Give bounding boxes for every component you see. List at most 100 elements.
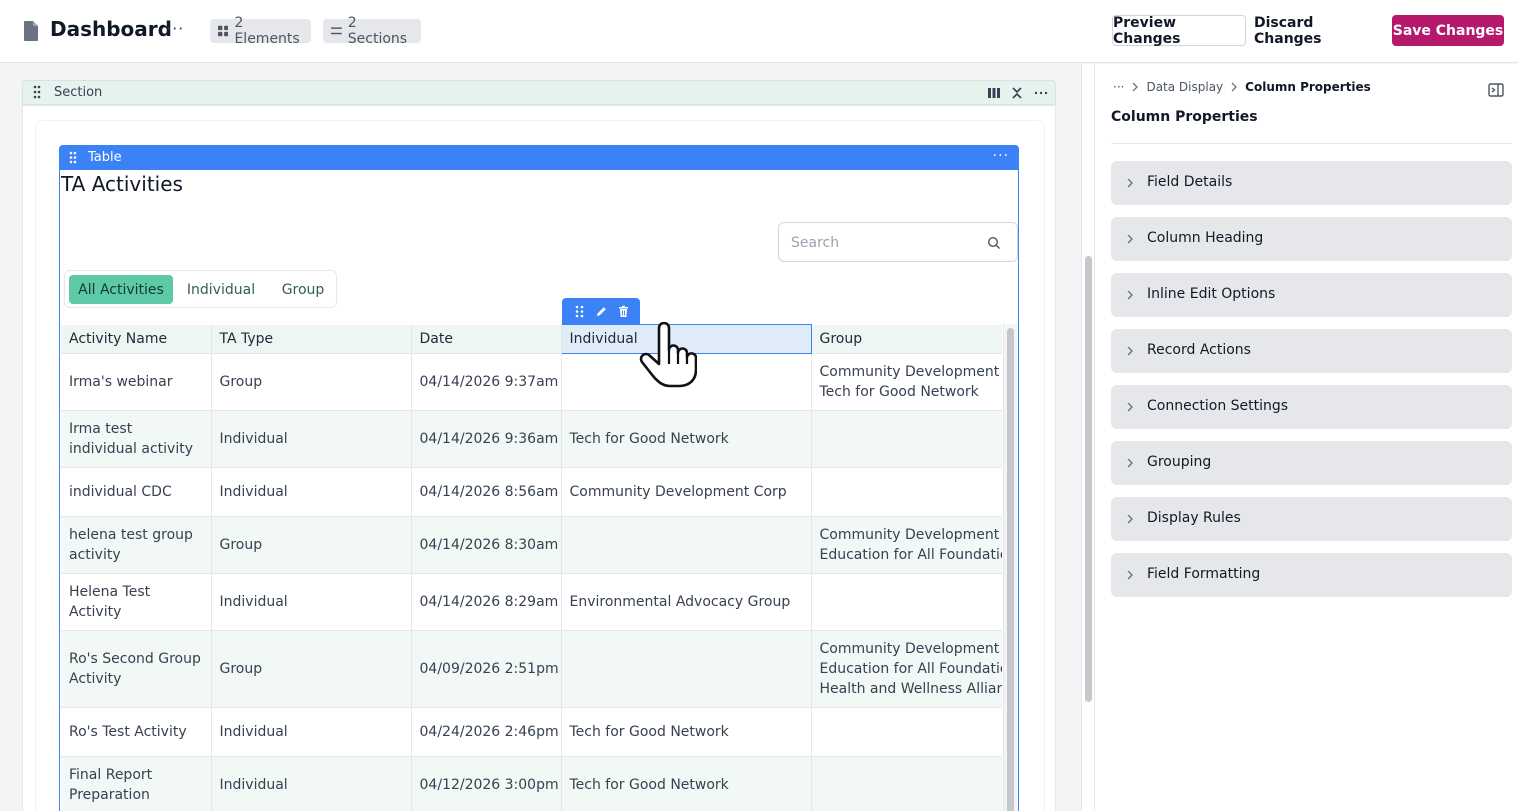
cell-individual: [561, 516, 812, 574]
cell-activity-name: Ro's Test Activity: [61, 707, 212, 757]
properties-panel: ··· Data Display Column Properties Colum…: [1095, 64, 1518, 811]
column-header-group[interactable]: Group: [811, 324, 1002, 354]
page-more-menu-icon[interactable]: ···: [166, 19, 184, 38]
cell-ta-type: Individual: [211, 707, 412, 757]
cell-ta-type: Group: [211, 630, 412, 708]
cell-group: [811, 707, 1002, 757]
column-header-activity-name[interactable]: Activity Name: [61, 324, 212, 354]
cell-activity-name: individual CDC: [61, 467, 212, 517]
page-title: Dashboard: [50, 17, 172, 41]
cell-group: [811, 410, 1002, 468]
canvas-scrollbar[interactable]: [1081, 64, 1095, 811]
accordion-field-formatting[interactable]: Field Formatting: [1111, 553, 1512, 597]
section-label: Section: [54, 85, 103, 100]
panel-collapse-icon[interactable]: [1488, 82, 1504, 98]
cell-group: [811, 467, 1002, 517]
table-row[interactable]: Final Report Preparation Individual 04/12/…: [61, 756, 1002, 811]
cell-group: [811, 573, 1002, 631]
tab-group[interactable]: Group: [269, 275, 337, 304]
accordion-label: Display Rules: [1147, 510, 1241, 526]
accordion-connection-settings[interactable]: Connection Settings: [1111, 385, 1512, 429]
chevron-right-icon: [1127, 458, 1133, 468]
search-input[interactable]: [791, 232, 971, 254]
table-row[interactable]: Irma test individual activity Individual 0…: [61, 410, 1002, 468]
table-row[interactable]: individual CDC Individual 04/14/2026 8:56a…: [61, 467, 1002, 517]
table-element-header[interactable]: Table ···: [59, 145, 1019, 170]
cell-date: 04/14/2026 9:37am: [411, 353, 562, 411]
cell-activity-name: helena test group activity: [61, 516, 212, 574]
table-row[interactable]: Ro's Second Group Activity Group 04/09/202…: [61, 630, 1002, 708]
accordion-label: Inline Edit Options: [1147, 286, 1276, 302]
cell-date: 04/14/2026 9:36am: [411, 410, 562, 468]
cell-group: Community Development CorpEducation for …: [811, 516, 1002, 574]
column-header-ta-type[interactable]: TA Type: [211, 324, 412, 354]
accordion-label: Record Actions: [1147, 342, 1251, 358]
activity-filter-tabs: All Activities Individual Group: [64, 270, 337, 308]
section-more-icon[interactable]: [1034, 86, 1048, 100]
cell-individual: [561, 353, 812, 411]
chevron-right-icon: [1127, 234, 1133, 244]
accordion-inline-edit-options[interactable]: Inline Edit Options: [1111, 273, 1512, 317]
drag-handle-icon[interactable]: [33, 85, 41, 99]
collapse-icon[interactable]: [1010, 86, 1024, 100]
cell-ta-type: Individual: [211, 756, 412, 811]
cell-ta-type: Individual: [211, 467, 412, 517]
table-more-icon[interactable]: ···: [993, 148, 1009, 164]
sections-count-label: 2 Sections: [347, 15, 408, 47]
breadcrumb-column-properties: Column Properties: [1245, 80, 1371, 94]
tab-individual[interactable]: Individual: [177, 275, 265, 304]
accordion-grouping[interactable]: Grouping: [1111, 441, 1512, 485]
breadcrumb-more[interactable]: ···: [1113, 80, 1124, 94]
document-icon: [24, 21, 38, 41]
chevron-right-icon: [1127, 346, 1133, 356]
table-row[interactable]: Ro's Test Activity Individual 04/24/2026 2…: [61, 707, 1002, 757]
edit-pencil-icon[interactable]: [595, 305, 608, 318]
chevron-right-icon: [1127, 514, 1133, 524]
table-row[interactable]: Helena Test Activity Individual 04/14/2026…: [61, 573, 1002, 631]
table-widget: TA Activities All Activities Individual …: [59, 170, 1019, 811]
cell-group: Community Development CorpEducation for …: [811, 630, 1002, 708]
search-icon[interactable]: [987, 236, 1001, 250]
cell-date: 04/12/2026 3:00pm: [411, 756, 562, 811]
chevron-right-icon: [1127, 402, 1133, 412]
cell-individual: [561, 630, 812, 708]
drag-handle-icon[interactable]: [69, 151, 77, 164]
breadcrumb-data-display[interactable]: Data Display: [1146, 80, 1223, 94]
accordion-field-details[interactable]: Field Details: [1111, 161, 1512, 205]
accordion-label: Connection Settings: [1147, 398, 1289, 414]
accordion-column-heading[interactable]: Column Heading: [1111, 217, 1512, 261]
trash-icon[interactable]: [617, 305, 630, 318]
panel-divider: [1111, 143, 1512, 144]
cell-date: 04/14/2026 8:56am: [411, 467, 562, 517]
table-title: TA Activities: [61, 172, 183, 196]
column-header-individual[interactable]: Individual: [560, 324, 812, 354]
accordion-record-actions[interactable]: Record Actions: [1111, 329, 1512, 373]
section-header[interactable]: Section: [22, 80, 1056, 105]
cell-ta-type: Group: [211, 516, 412, 574]
cell-activity-name: Irma's webinar: [61, 353, 212, 411]
drag-handle-icon[interactable]: [573, 305, 586, 318]
columns-icon[interactable]: [987, 86, 1001, 100]
preview-changes-button[interactable]: Preview Changes: [1112, 15, 1246, 47]
cell-individual: Community Development Corp: [561, 467, 812, 517]
table-header-row: Activity Name TA Type Date Individual Gr…: [61, 324, 1002, 354]
tab-all-activities[interactable]: All Activities: [69, 275, 173, 304]
cell-group: [811, 756, 1002, 811]
chevron-right-icon: [1127, 290, 1133, 300]
accordion-label: Field Details: [1147, 174, 1233, 190]
table-row[interactable]: Irma's webinar Group 04/14/2026 9:37am Comm…: [61, 353, 1002, 411]
table-scrollbar-thumb[interactable]: [1007, 328, 1014, 811]
cell-date: 04/09/2026 2:51pm: [411, 630, 562, 708]
grid-icon: [218, 25, 229, 37]
canvas-scrollbar-thumb[interactable]: [1085, 256, 1092, 702]
cell-activity-name: Ro's Second Group Activity: [61, 630, 212, 708]
chevron-right-icon: [1231, 82, 1238, 92]
table-row[interactable]: helena test group activity Group 04/14/202…: [61, 516, 1002, 574]
save-changes-button[interactable]: Save Changes: [1392, 15, 1504, 46]
accordion-display-rules[interactable]: Display Rules: [1111, 497, 1512, 541]
table-scrollbar[interactable]: [1003, 324, 1017, 811]
column-header-date[interactable]: Date: [411, 324, 562, 354]
elements-count-badge[interactable]: 2 Elements: [210, 15, 311, 47]
discard-changes-button[interactable]: Discard Changes: [1254, 15, 1384, 47]
sections-count-badge[interactable]: 2 Sections: [323, 15, 421, 47]
